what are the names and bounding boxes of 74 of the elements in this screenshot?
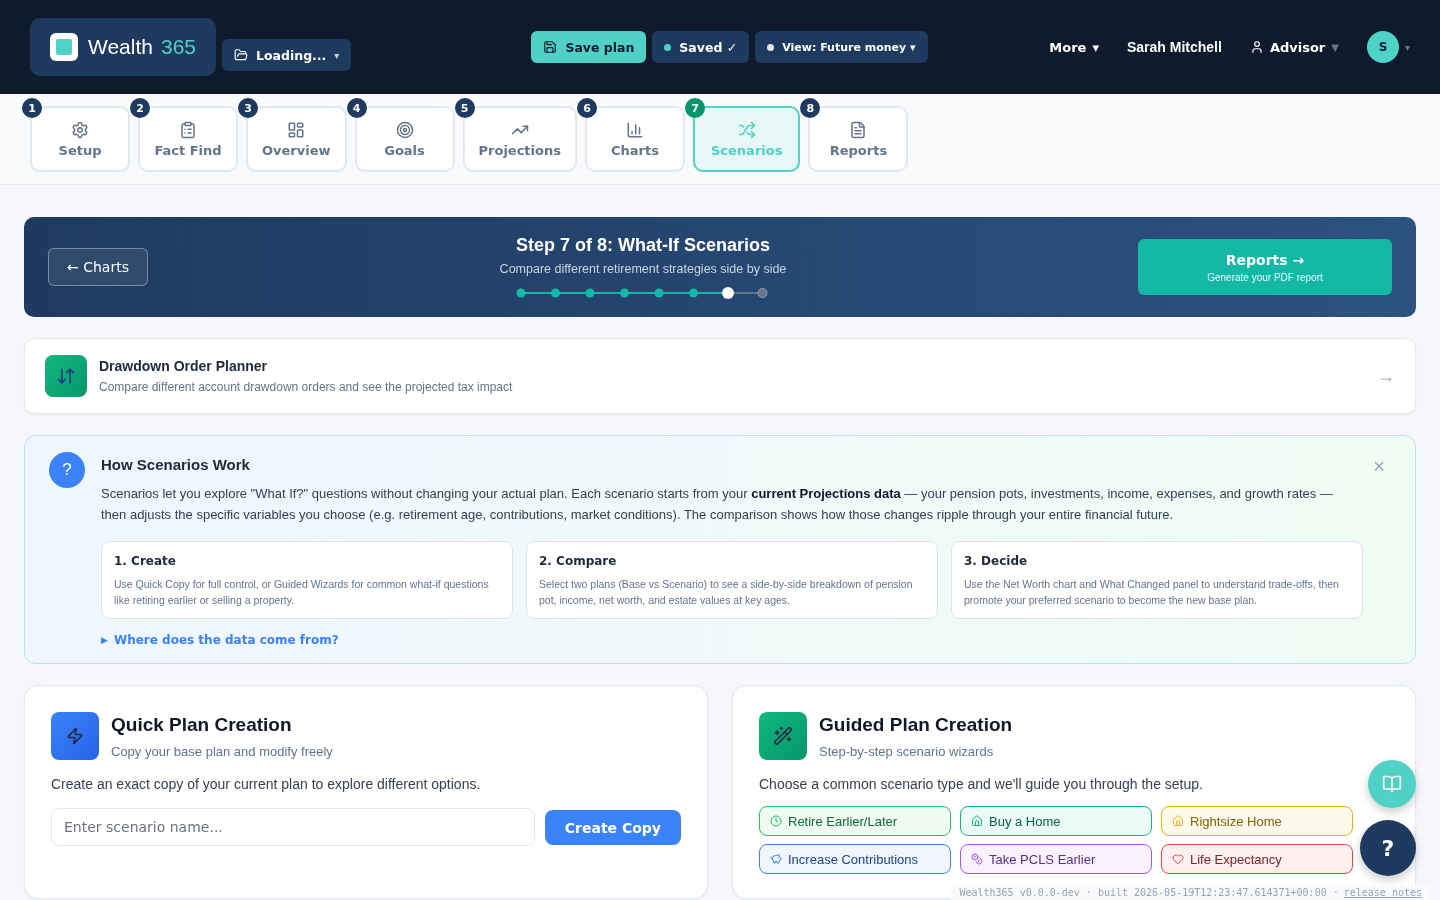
avatar[interactable]: S	[1367, 31, 1399, 63]
build-info: Wealth365 v0.0.0-dev · built 2026-05-19T12:23:47.614371+00:00 ·	[959, 887, 1339, 898]
back-button[interactable]: ← Charts	[48, 248, 148, 286]
step-number: 3	[238, 98, 258, 118]
step-icon	[737, 120, 756, 139]
step-number: 2	[130, 98, 150, 118]
wizard-icon	[971, 853, 983, 865]
step-number: 7	[684, 98, 705, 118]
step-icon	[287, 120, 306, 139]
step-card-text: Use Quick Copy for full control, or Guided Wizards for common what-if questions like retiring earlier or selling a property.	[114, 577, 490, 608]
step-card-text: Select two plans (Base vs Scenario) to see a side-by-side breakdown of pension pot, income, net worth, and estate values at key ages.	[539, 577, 914, 608]
book-icon	[1382, 774, 1402, 794]
save-icon	[543, 40, 558, 54]
step-icon	[625, 120, 644, 139]
arrow-icon: →	[1377, 365, 1395, 387]
step-number: 6	[576, 98, 597, 118]
plan-selector[interactable]: Loading... ▾	[222, 39, 352, 71]
details-toggle[interactable]: ▶ Where does the data come from?	[101, 633, 339, 647]
wizard-icon	[1172, 853, 1184, 865]
role-menu[interactable]: Advisor ▼	[1239, 39, 1349, 55]
wizard-chip[interactable]: Rightsize Home	[1161, 806, 1353, 836]
wizard-icon	[1172, 815, 1184, 827]
more-menu[interactable]: More ▾	[1039, 39, 1109, 55]
status-dot	[767, 43, 775, 51]
card-description: Create an exact copy of your current plan to explore different options.	[51, 776, 482, 792]
order-icon	[45, 355, 87, 397]
step-title: Step 7 of 8: What-If Scenarios	[515, 234, 770, 256]
step-card-title: 3. Decide	[964, 554, 1029, 568]
card-subtitle: Step-by-step scenario wizards	[819, 743, 995, 759]
wizard-icon	[770, 815, 782, 827]
card-subtitle: Copy your base plan and modify freely	[111, 743, 334, 759]
wizard-icon	[770, 853, 782, 865]
step-icon	[71, 120, 89, 139]
wand-icon	[759, 712, 807, 760]
user-icon	[1249, 40, 1264, 54]
panel-title: How Scenarios Work	[101, 456, 250, 473]
help-icon: ?	[49, 452, 85, 488]
wizard-chip[interactable]: Increase Contributions	[759, 844, 951, 874]
step-icon	[395, 120, 414, 139]
caret-icon: ▾	[1405, 41, 1410, 53]
wizard-chip[interactable]: Retire Earlier/Later	[759, 806, 951, 836]
panel-text: Scenarios let you explore "What If?" questions without changing your actual plan. Each scenario starts from your current Projections data — your pension pots, investments, income, expenses, and growth rates — then adjusts the specific variables you choose (e.g. retirement age, contributions, market conditions). The comparison shows how those changes ripple through your entire financial future.	[101, 485, 1334, 524]
step-card-text: Use the Net Worth chart and What Changed panel to understand trade-offs, then promote your preferred scenario to become the new base plan.	[964, 577, 1340, 608]
card-title: Quick Plan Creation	[111, 713, 293, 736]
card-title: Drawdown Order Planner	[99, 358, 268, 374]
wizard-chip[interactable]: Take PCLS Earlier	[960, 844, 1152, 874]
step-number: 1	[22, 98, 42, 118]
logo-text: Wealth 365	[88, 34, 197, 59]
create-copy-button[interactable]: Create Copy	[544, 810, 681, 845]
step-subtitle: Compare different retirement strategies side by side	[499, 261, 787, 276]
wizard-chip[interactable]: Buy a Home	[960, 806, 1152, 836]
step-card-title: 1. Create	[114, 554, 177, 568]
step-number: 5	[454, 98, 475, 118]
drawdown-card[interactable]: Drawdown Order Planner Compare different account drawdown orders and see the projected tax impact →	[24, 338, 1416, 414]
step-card-title: 2. Compare	[539, 554, 618, 568]
app-logo[interactable]: Wealth 365	[30, 17, 217, 76]
user-name: Sarah Mitchell	[1126, 39, 1223, 55]
card-description: Choose a common scenario type and we'll guide you through the setup.	[759, 776, 1204, 792]
status-dot	[664, 43, 672, 51]
step-number: 4	[346, 98, 367, 118]
card-description: Compare different account drawdown orders and see the projected tax impact	[99, 380, 514, 394]
wizard-chip[interactable]: Life Expectancy	[1161, 844, 1353, 874]
save-plan-button[interactable]: Save plan	[531, 31, 647, 63]
lightning-icon	[51, 712, 99, 760]
scenario-name-field[interactable]: Enter scenario name...	[51, 808, 535, 846]
step-icon	[849, 120, 868, 139]
step-number: 8	[800, 98, 821, 118]
card-title: Guided Plan Creation	[819, 713, 1014, 736]
wizard-icon	[971, 815, 983, 827]
view-selector[interactable]: View: Future money ▾	[755, 31, 928, 63]
logo-icon	[50, 32, 78, 61]
folder-icon	[234, 48, 249, 62]
step-icon	[179, 120, 197, 139]
save-status: Saved ✓	[652, 31, 750, 63]
